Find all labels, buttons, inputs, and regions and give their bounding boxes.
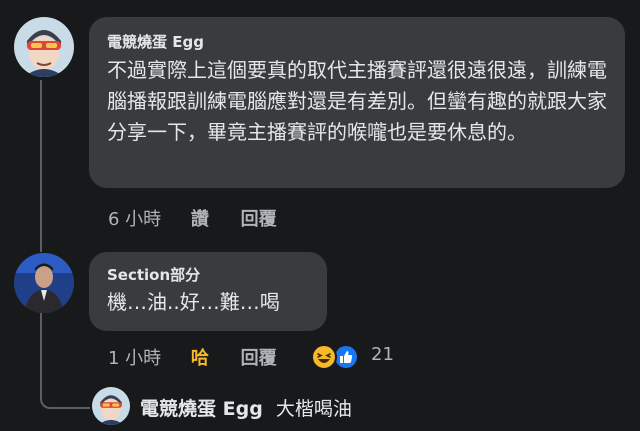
- reply-preview[interactable]: 電競燒蛋 Egg 大楷喝油: [140, 394, 352, 421]
- reply-button[interactable]: 回覆: [241, 209, 277, 230]
- reply-preview-author: 電競燒蛋 Egg: [140, 398, 263, 420]
- reply-author[interactable]: Section部分: [107, 264, 309, 285]
- reply-timestamp[interactable]: 1 小時: [108, 348, 161, 369]
- comment-bubble: 電競燒蛋 Egg 不過實際上這個要真的取代主播賽評還很遠很遠，訓練電腦播報跟訓練…: [89, 17, 625, 188]
- commenter-avatar[interactable]: [14, 17, 74, 77]
- reply-text: 機…油..好…難…喝: [107, 290, 280, 314]
- reply-preview-avatar[interactable]: [92, 387, 130, 425]
- avatar-illustration: [14, 17, 74, 77]
- haha-reaction-button[interactable]: 哈: [191, 348, 209, 369]
- comment-author[interactable]: 電競燒蛋 Egg: [107, 31, 607, 52]
- haha-emoji-icon: [311, 344, 337, 370]
- reaction-count: 21: [371, 344, 394, 365]
- reply-preview-text: 大楷喝油: [275, 398, 352, 420]
- reply-button[interactable]: 回覆: [241, 348, 277, 369]
- thread-connector-line-top: [40, 80, 42, 252]
- like-button[interactable]: 讚: [191, 209, 209, 230]
- avatar-photo: [14, 253, 74, 313]
- avatar-illustration: [92, 387, 130, 425]
- thread-connector-line: [40, 308, 90, 409]
- comment-actions: 6 小時 讚 回覆: [108, 205, 277, 231]
- comment-timestamp[interactable]: 6 小時: [108, 209, 161, 230]
- reply-bubble: Section部分 機…油..好…難…喝: [89, 252, 327, 331]
- reaction-summary[interactable]: 21: [311, 343, 401, 371]
- comment-text: 不過實際上這個要真的取代主播賽評還很遠很遠，訓練電腦播報跟訓練電腦應對還是有差別…: [107, 58, 607, 144]
- reply-actions: 1 小時 哈 回覆: [108, 344, 277, 370]
- reply-avatar[interactable]: [14, 253, 74, 313]
